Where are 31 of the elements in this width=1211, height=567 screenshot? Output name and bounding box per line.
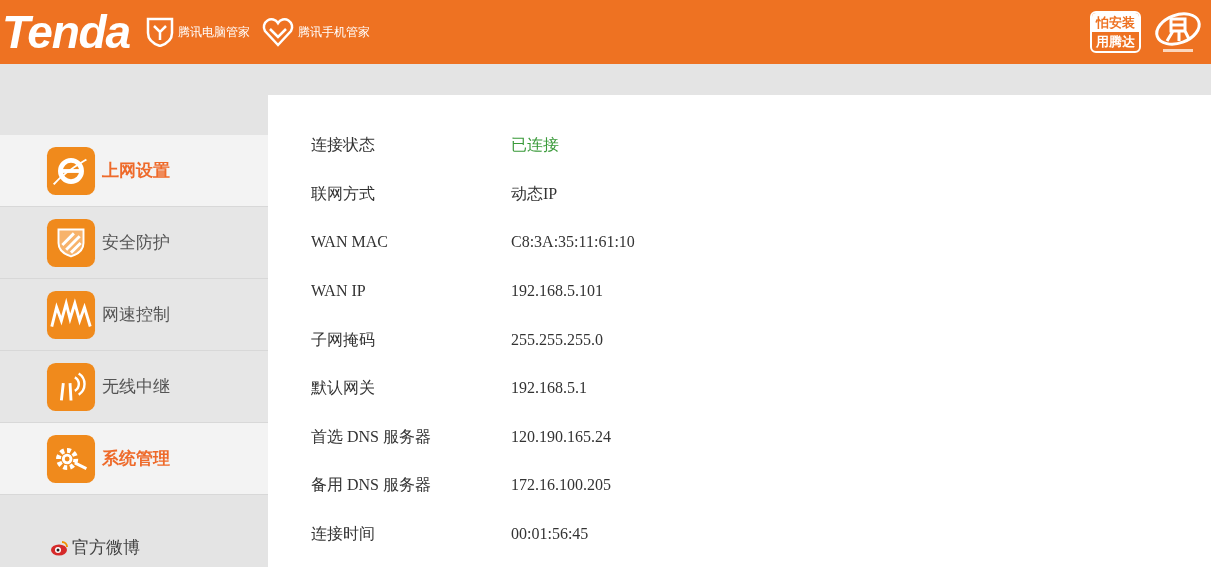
logo-icon [1153,9,1203,55]
logo: Tenda [2,9,130,55]
partner-label: 腾讯电脑管家 [178,24,250,41]
field-label: 联网方式 [311,183,376,204]
antenna-icon [46,361,96,412]
partner-label: 腾讯手机管家 [298,24,370,41]
field-label: 连接时间 [311,524,376,545]
weibo-link[interactable]: 官方微博 [72,535,140,561]
field-value: C8:3A:35:11:61:10 [511,232,635,253]
field-label: 子网掩码 [311,329,376,350]
field-label: WAN MAC [311,232,389,253]
field-value: 动态IP [511,183,558,204]
field-label: WAN IP [311,281,367,302]
gear-icon [46,433,96,484]
field-value: 00:01:56:45 [511,524,589,545]
shield-icon [46,217,96,268]
field-value: 已连接 [511,135,559,156]
field-value: 120.190.165.24 [511,426,611,447]
field-label: 默认网关 [311,378,376,399]
shield-icon [146,17,174,47]
field-label: 连接状态 [311,135,376,156]
field-label: 首选 DNS 服务器 [311,426,432,447]
field-value: 192.168.5.101 [511,281,603,302]
heart-icon [262,17,294,47]
field-value: 172.16.100.205 [511,475,611,496]
field-label: 备用 DNS 服务器 [311,475,432,496]
field-value: 255.255.255.0 [511,329,603,350]
badge: 怕安装 用腾达 [1090,11,1141,53]
weibo-icon [50,539,68,556]
wave-icon [46,289,96,340]
field-value: 192.168.5.1 [511,378,587,399]
